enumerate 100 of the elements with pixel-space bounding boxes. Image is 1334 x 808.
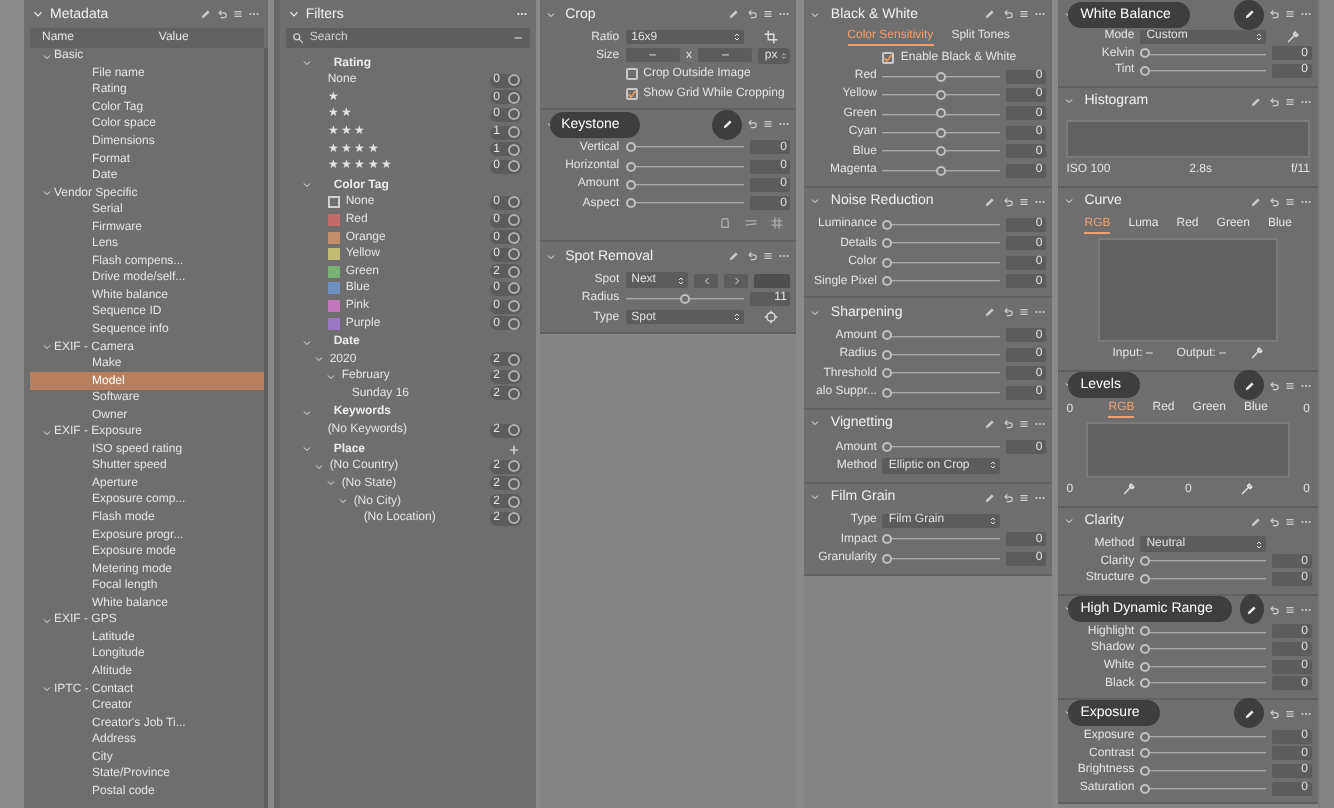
checkbox[interactable] [625, 68, 638, 81]
slider-thumb[interactable] [1140, 731, 1151, 742]
slider-track[interactable] [882, 165, 1001, 176]
slider-track[interactable] [882, 534, 1001, 545]
undo-icon[interactable] [746, 250, 759, 263]
slider-thumb[interactable] [882, 219, 893, 230]
scrollbar[interactable] [1318, 0, 1334, 808]
crop-icon[interactable] [763, 30, 778, 45]
list-icon[interactable] [762, 8, 775, 20]
list-icon[interactable] [1284, 603, 1297, 616]
slider-track[interactable] [625, 142, 745, 153]
slider-track[interactable] [882, 387, 1001, 398]
chevron-icon[interactable] [301, 407, 312, 418]
slider-thumb[interactable] [1140, 783, 1151, 794]
chevron-icon[interactable] [42, 51, 52, 62]
slider-track[interactable] [882, 257, 1001, 268]
chevron-icon[interactable] [810, 196, 821, 207]
slider-track[interactable] [1140, 643, 1267, 654]
slider-thumb[interactable] [1140, 765, 1151, 776]
previous-button[interactable] [694, 273, 719, 288]
slider-thumb[interactable] [936, 89, 947, 100]
slider-thumb[interactable] [1140, 643, 1151, 654]
slider-thumb[interactable] [882, 442, 893, 453]
list-icon[interactable] [762, 250, 775, 263]
list-icon[interactable] [1284, 195, 1297, 208]
slider-track[interactable] [882, 146, 1001, 157]
undo-icon[interactable] [1002, 417, 1015, 430]
undo-icon[interactable] [1268, 603, 1281, 616]
undo-icon[interactable] [1268, 379, 1281, 392]
slider-thumb[interactable] [936, 71, 947, 82]
slider-thumb[interactable] [625, 179, 636, 190]
slider-track[interactable] [882, 368, 1001, 379]
slider-thumb[interactable] [625, 161, 636, 172]
undo-icon[interactable] [746, 118, 759, 131]
chevron-icon[interactable] [545, 251, 556, 262]
slider-thumb[interactable] [882, 276, 893, 287]
chevron-icon[interactable] [1064, 196, 1075, 207]
eyedropper-icon[interactable] [1240, 482, 1255, 497]
slider-track[interactable] [882, 127, 1001, 138]
chevron-icon[interactable] [301, 180, 312, 191]
grid-icon[interactable] [770, 216, 785, 231]
chevron-icon[interactable] [810, 307, 821, 318]
slider-thumb[interactable] [882, 534, 893, 545]
slider-thumb[interactable] [1140, 678, 1151, 689]
chevron-icon[interactable] [301, 58, 312, 68]
slider-track[interactable] [1140, 765, 1267, 776]
chevron-icon[interactable] [1064, 516, 1075, 527]
edit-button[interactable] [1240, 594, 1265, 625]
slider-track[interactable] [1140, 661, 1267, 672]
slider-thumb[interactable] [1140, 48, 1151, 59]
chevron-icon[interactable] [42, 342, 52, 353]
slider-track[interactable] [1140, 65, 1267, 76]
slider-track[interactable] [882, 442, 1001, 453]
chevron-icon[interactable] [287, 8, 300, 20]
undo-icon[interactable] [1002, 306, 1015, 319]
trapezoid-icon[interactable] [718, 216, 733, 231]
chevron-icon[interactable] [42, 188, 52, 199]
undo-icon[interactable] [1002, 8, 1015, 20]
slider-thumb[interactable] [882, 257, 893, 268]
slider-track[interactable] [625, 161, 745, 172]
minus-icon[interactable] [511, 32, 524, 44]
slider-thumb[interactable] [1140, 556, 1151, 567]
slider-track[interactable] [1140, 748, 1267, 759]
chevron-icon[interactable] [42, 427, 52, 438]
slider-thumb[interactable] [936, 108, 947, 119]
eyedropper-icon[interactable] [1249, 346, 1264, 361]
chevron-icon[interactable] [32, 8, 44, 20]
slider-track[interactable] [882, 71, 1001, 82]
chevron-icon[interactable] [810, 492, 821, 503]
slider-track[interactable] [625, 179, 745, 190]
list-icon[interactable] [762, 118, 775, 131]
slider-track[interactable] [1140, 731, 1267, 742]
eyedropper-icon[interactable] [1285, 29, 1300, 44]
slider-thumb[interactable] [882, 349, 893, 360]
list-icon[interactable] [231, 8, 244, 20]
next-button[interactable] [724, 273, 749, 288]
slider-track[interactable] [882, 349, 1001, 360]
slider-track[interactable] [1140, 678, 1267, 689]
plus-icon[interactable] [507, 443, 520, 456]
slider-track[interactable] [1140, 48, 1267, 59]
list-icon[interactable] [1018, 8, 1031, 20]
list-icon[interactable] [1018, 195, 1031, 208]
slider-track[interactable] [882, 108, 1001, 119]
chevron-icon[interactable] [42, 615, 52, 626]
slider-track[interactable] [882, 219, 1001, 230]
lines-icon[interactable] [744, 216, 759, 231]
checkbox[interactable] [882, 51, 895, 64]
slider-track[interactable] [882, 89, 1001, 100]
value-field[interactable] [754, 273, 791, 288]
chevron-icon[interactable] [42, 684, 52, 694]
slider-thumb[interactable] [625, 198, 636, 209]
slider-track[interactable] [625, 198, 745, 209]
slider-track[interactable] [882, 238, 1001, 249]
slider-thumb[interactable] [882, 238, 893, 249]
slider-track[interactable] [882, 553, 1001, 564]
slider-track[interactable] [1140, 783, 1267, 794]
list-icon[interactable] [1284, 707, 1297, 720]
slider-track[interactable] [882, 330, 1001, 341]
chevron-icon[interactable] [545, 9, 556, 19]
slider-thumb[interactable] [936, 127, 947, 138]
